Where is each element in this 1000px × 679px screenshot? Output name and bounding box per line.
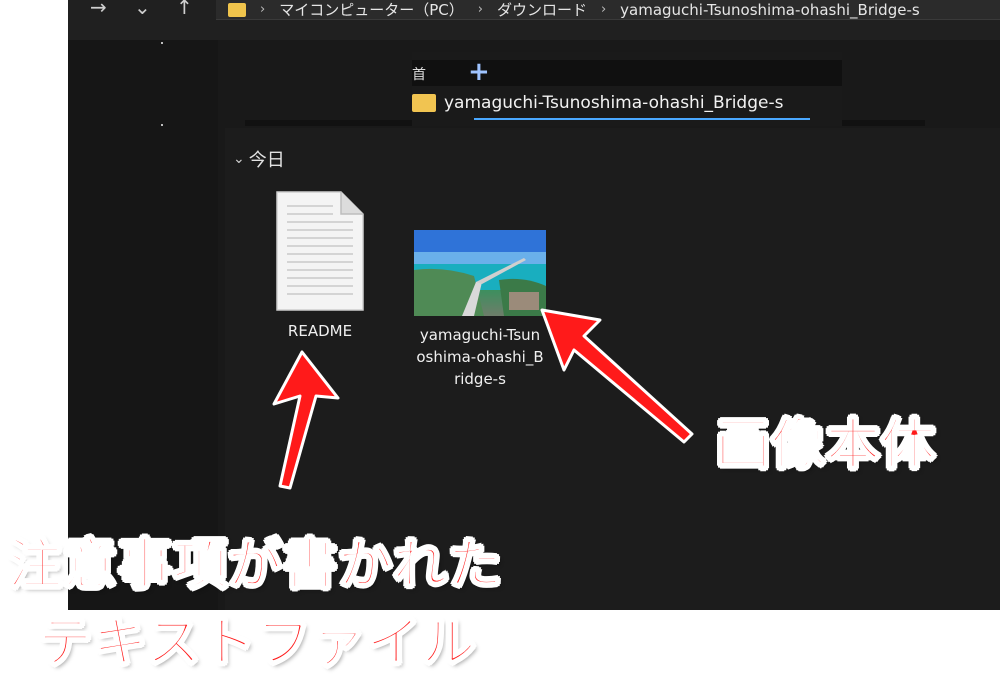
- breadcrumb-item-pc[interactable]: マイコンピューター（PC）: [279, 0, 464, 19]
- group-label: 今日: [248, 150, 285, 171]
- chevron-right-icon: ›: [600, 2, 607, 17]
- file-name-image: yamaguchi-Tsun oshima-ohashi_B ridge-s: [405, 324, 555, 390]
- chevron-down-icon: ⌄: [134, 0, 151, 19]
- forward-button[interactable]: →: [90, 0, 107, 22]
- file-name-line: oshima-ohashi_B: [416, 348, 544, 366]
- plus-icon: +: [468, 57, 490, 87]
- file-name-readme: README: [287, 322, 353, 340]
- tab-fragment[interactable]: 首: [412, 64, 426, 84]
- new-tab-button[interactable]: +: [468, 59, 490, 85]
- annotation-image-label: 画像本体: [715, 412, 936, 477]
- image-thumbnail: [414, 230, 546, 316]
- title-bar: → ⌄ ↑ › マイコンピューター（PC） › ダウンロード › yamaguc…: [68, 0, 1000, 40]
- sidebar-dot: [161, 42, 163, 44]
- file-name-line: yamaguchi-Tsun: [419, 326, 541, 344]
- tab-strip: 首 +: [412, 59, 842, 86]
- folder-icon: [412, 94, 436, 112]
- breadcrumb-item-downloads[interactable]: ダウンロード: [497, 0, 587, 19]
- file-name-line: ridge-s: [454, 370, 506, 388]
- recent-locations-button[interactable]: ⌄: [134, 0, 151, 22]
- chevron-right-icon: ›: [260, 2, 266, 17]
- tab-preview-popup: 首 + yamaguchi-Tsunoshima-ohashi_Bridge-s: [412, 52, 842, 126]
- up-arrow-icon: ↑: [176, 0, 193, 19]
- file-item-image[interactable]: yamaguchi-Tsun oshima-ohashi_B ridge-s: [405, 230, 555, 390]
- file-item-readme[interactable]: README: [265, 190, 375, 342]
- annotation-text-file-line2: テキストファイル: [37, 610, 477, 675]
- annotation-text-file-line1: 注意事項が書かれた: [7, 532, 503, 597]
- arrow-to-readme-icon: [272, 350, 340, 490]
- up-button[interactable]: ↑: [176, 0, 193, 22]
- sidebar-dot: [161, 124, 163, 126]
- arrow-to-image-icon: [540, 308, 694, 444]
- chevron-down-icon: ⌄: [233, 151, 245, 167]
- tab-underline: [474, 118, 810, 120]
- address-bar[interactable]: › マイコンピューター（PC） › ダウンロード › yamaguchi-Tsu…: [216, 0, 1000, 20]
- breadcrumb-item-current-folder[interactable]: yamaguchi-Tsunoshima-ohashi_Bridge-s: [620, 1, 920, 19]
- forward-arrow-icon: →: [90, 0, 107, 19]
- tab-item-current-folder[interactable]: yamaguchi-Tsunoshima-ohashi_Bridge-s: [412, 88, 783, 118]
- group-header-today[interactable]: ⌄ 今日: [233, 146, 285, 172]
- folder-icon: [228, 2, 246, 17]
- text-document-icon: [275, 190, 365, 312]
- tab-item-label: yamaguchi-Tsunoshima-ohashi_Bridge-s: [444, 93, 784, 113]
- chevron-right-icon: ›: [477, 2, 483, 17]
